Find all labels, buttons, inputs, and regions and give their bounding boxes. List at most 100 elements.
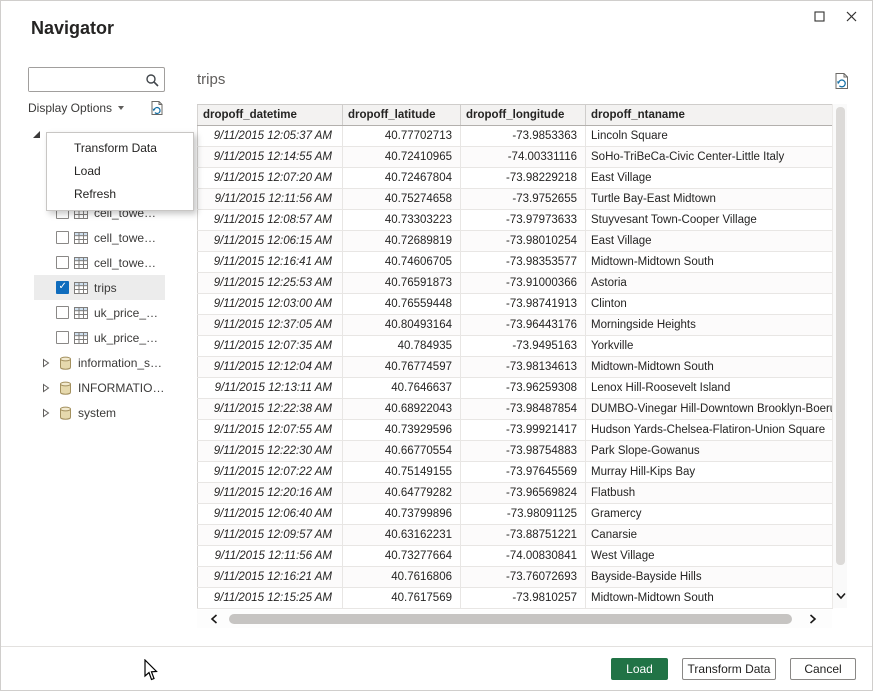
- table-cell: -73.98229218: [461, 168, 586, 189]
- table-cell: East Village: [586, 168, 833, 189]
- refresh-list-icon[interactable]: [149, 100, 165, 116]
- chevron-down-icon: [117, 105, 125, 111]
- table-cell: 40.73303223: [343, 210, 461, 231]
- table-icon: [74, 307, 88, 319]
- cancel-button[interactable]: Cancel: [790, 658, 856, 680]
- search-input[interactable]: [29, 68, 145, 91]
- table-cell: -73.98353577: [461, 252, 586, 273]
- table-cell: 40.64779282: [343, 483, 461, 504]
- table-row: 9/11/2015 12:11:56 AM40.75274658-73.9752…: [198, 189, 833, 210]
- table-cell: 40.76559448: [343, 294, 461, 315]
- table-cell: 40.77702713: [343, 126, 461, 147]
- tree-checkbox[interactable]: [56, 331, 69, 344]
- tree-item-table[interactable]: cell_towe…: [34, 250, 165, 275]
- table-cell: Clinton: [586, 294, 833, 315]
- tree-item-database[interactable]: INFORMATIO…: [34, 375, 165, 400]
- menu-item-load[interactable]: Load: [47, 160, 193, 183]
- refresh-preview-icon[interactable]: [833, 72, 850, 90]
- preview-table-body: 9/11/2015 12:05:37 AM40.77702713-73.9853…: [198, 126, 833, 609]
- mouse-cursor-icon: [143, 659, 159, 687]
- vertical-scrollbar[interactable]: [832, 104, 847, 608]
- table-cell: 40.73929596: [343, 420, 461, 441]
- table-cell: -73.97645569: [461, 462, 586, 483]
- scroll-left-icon[interactable]: [207, 613, 221, 625]
- scroll-right-icon[interactable]: [806, 613, 820, 625]
- tree-item-table[interactable]: uk_price_…: [34, 300, 165, 325]
- table-cell: -73.98134613: [461, 357, 586, 378]
- table-cell: 40.7646637: [343, 378, 461, 399]
- table-cell: 9/11/2015 12:11:56 AM: [198, 189, 343, 210]
- maximize-icon[interactable]: [812, 9, 826, 23]
- table-cell: Lenox Hill-Roosevelt Island: [586, 378, 833, 399]
- table-cell: 40.72689819: [343, 231, 461, 252]
- display-options-label: Display Options: [28, 101, 112, 115]
- column-header[interactable]: dropoff_latitude: [343, 105, 461, 126]
- horizontal-scrollbar-thumb[interactable]: [229, 614, 792, 624]
- table-cell: -73.98010254: [461, 231, 586, 252]
- context-menu: Transform DataLoadRefresh: [46, 132, 194, 211]
- expand-arrow-icon[interactable]: [42, 383, 50, 393]
- table-row: 9/11/2015 12:20:16 AM40.64779282-73.9656…: [198, 483, 833, 504]
- column-header[interactable]: dropoff_ntaname: [586, 105, 833, 126]
- table-cell: Midtown-Midtown South: [586, 588, 833, 609]
- expand-arrow-icon[interactable]: [42, 358, 50, 368]
- table-cell: Hudson Yards-Chelsea-Flatiron-Union Squa…: [586, 420, 833, 441]
- vertical-scrollbar-thumb[interactable]: [836, 107, 845, 565]
- table-cell: -73.9495163: [461, 336, 586, 357]
- table-cell: 40.74606705: [343, 252, 461, 273]
- tree-item-database[interactable]: system: [34, 400, 165, 425]
- table-cell: Flatbush: [586, 483, 833, 504]
- close-icon[interactable]: [844, 9, 858, 23]
- tree-checkbox[interactable]: [56, 256, 69, 269]
- table-cell: 40.784935: [343, 336, 461, 357]
- table-row: 9/11/2015 12:22:30 AM40.66770554-73.9875…: [198, 441, 833, 462]
- horizontal-scrollbar[interactable]: [197, 610, 832, 628]
- table-cell: West Village: [586, 546, 833, 567]
- table-row: 9/11/2015 12:16:41 AM40.74606705-73.9835…: [198, 252, 833, 273]
- search-icon[interactable]: [145, 73, 164, 87]
- table-cell: 9/11/2015 12:37:05 AM: [198, 315, 343, 336]
- tree-root-expand-icon[interactable]: [32, 130, 41, 139]
- table-cell: Yorkville: [586, 336, 833, 357]
- table-cell: 9/11/2015 12:06:40 AM: [198, 504, 343, 525]
- menu-item-transform-data[interactable]: Transform Data: [47, 137, 193, 160]
- tree-item-table[interactable]: uk_price_…: [34, 325, 165, 350]
- navigator-dialog: { "window": { "title": "Navigator" }, "s…: [0, 0, 873, 691]
- table-cell: -73.76072693: [461, 567, 586, 588]
- tree-item-label: trips: [94, 281, 117, 295]
- tree-checkbox[interactable]: [56, 231, 69, 244]
- scroll-down-icon[interactable]: [833, 588, 848, 604]
- transform-data-button[interactable]: Transform Data: [682, 658, 776, 680]
- display-options-dropdown[interactable]: Display Options: [28, 100, 165, 116]
- table-cell: -73.98487854: [461, 399, 586, 420]
- table-cell: 9/11/2015 12:16:21 AM: [198, 567, 343, 588]
- tree-item-table[interactable]: trips: [34, 275, 165, 300]
- table-cell: 40.68922043: [343, 399, 461, 420]
- table-cell: 9/11/2015 12:07:22 AM: [198, 462, 343, 483]
- page-title: Navigator: [31, 18, 114, 39]
- table-cell: 9/11/2015 12:12:04 AM: [198, 357, 343, 378]
- table-row: 9/11/2015 12:07:22 AM40.75149155-73.9764…: [198, 462, 833, 483]
- table-row: 9/11/2015 12:06:40 AM40.73799896-73.9809…: [198, 504, 833, 525]
- load-button[interactable]: Load: [611, 658, 668, 680]
- table-row: 9/11/2015 12:12:04 AM40.76774597-73.9813…: [198, 357, 833, 378]
- column-header[interactable]: dropoff_datetime: [198, 105, 343, 126]
- table-cell: 40.7616806: [343, 567, 461, 588]
- expand-arrow-icon[interactable]: [42, 408, 50, 418]
- column-header[interactable]: dropoff_longitude: [461, 105, 586, 126]
- tree-checkbox[interactable]: [56, 281, 69, 294]
- table-cell: 9/11/2015 12:13:11 AM: [198, 378, 343, 399]
- table-row: 9/11/2015 12:08:57 AM40.73303223-73.9797…: [198, 210, 833, 231]
- table-cell: -74.00830841: [461, 546, 586, 567]
- table-cell: Canarsie: [586, 525, 833, 546]
- tree-item-database[interactable]: information_s…: [34, 350, 165, 375]
- tree-item-table[interactable]: cell_towe…: [34, 225, 165, 250]
- tree-checkbox[interactable]: [56, 306, 69, 319]
- table-cell: 9/11/2015 12:07:20 AM: [198, 168, 343, 189]
- table-cell: 40.75274658: [343, 189, 461, 210]
- menu-item-refresh[interactable]: Refresh: [47, 183, 193, 206]
- tree-item-label: system: [78, 406, 116, 420]
- table-cell: -73.97973633: [461, 210, 586, 231]
- table-cell: Midtown-Midtown South: [586, 252, 833, 273]
- database-icon: [59, 406, 72, 420]
